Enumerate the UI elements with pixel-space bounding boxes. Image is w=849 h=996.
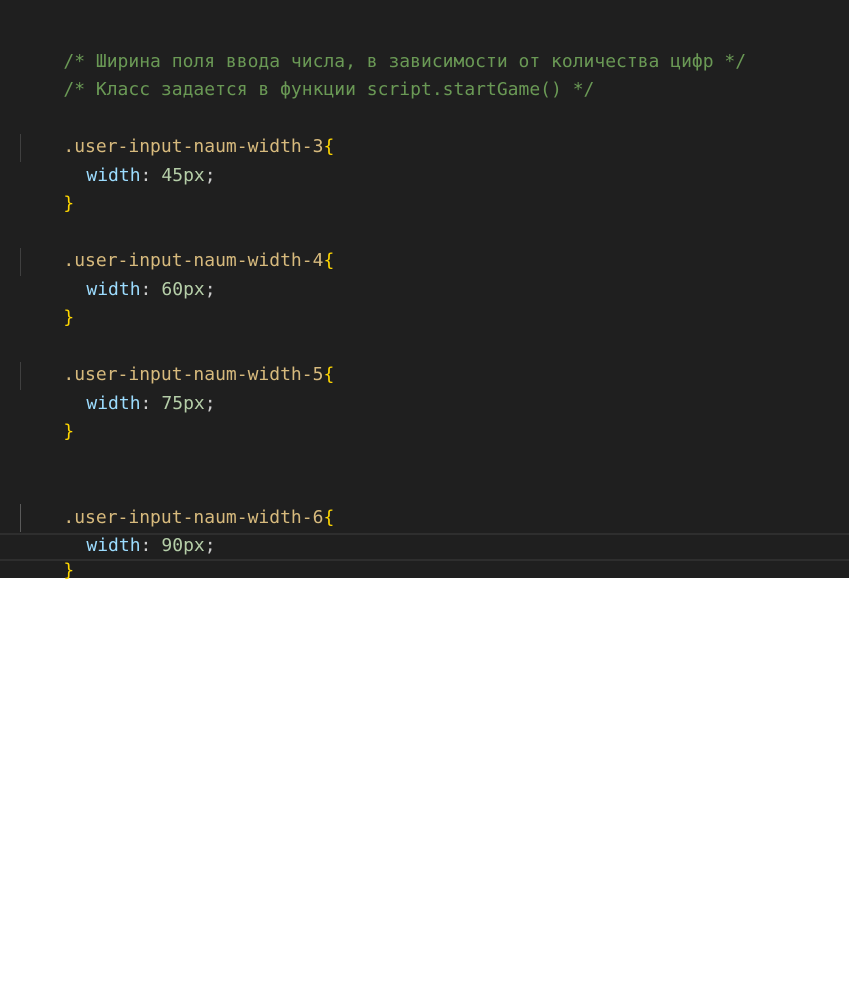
comment-text: /* Класс задается в функции script.start… [63, 79, 595, 100]
code-line-comment-2[interactable]: /* Класс задается в функции script.start… [0, 48, 849, 100]
code-line-declaration[interactable]: width: 60px; [0, 248, 849, 300]
code-line-close[interactable]: } [0, 276, 849, 328]
code-editor[interactable]: /* Ширина поля ввода числа, в зависимост… [0, 0, 849, 581]
code-line-declaration[interactable]: width: 90px; [0, 504, 849, 556]
close-brace: } [63, 193, 75, 214]
close-brace: } [63, 307, 75, 328]
code-line-comment-1[interactable]: /* Ширина поля ввода числа, в зависимост… [0, 20, 849, 72]
code-line-declaration[interactable]: width: 75px; [0, 362, 849, 414]
code-line-close[interactable]: } [0, 162, 849, 214]
code-line-declaration[interactable]: width: 45px; [0, 134, 849, 186]
code-line-close[interactable]: } [0, 390, 849, 442]
close-brace: } [63, 560, 75, 581]
code-line-selector[interactable]: .user-input-naum-width-5{ [0, 333, 849, 385]
code-line-selector[interactable]: .user-input-naum-width-3{ [0, 105, 849, 157]
code-line-selector[interactable]: .user-input-naum-width-6{ [0, 476, 849, 528]
close-brace: } [63, 421, 75, 442]
code-line-close-current[interactable]: } [0, 533, 849, 581]
code-line-selector[interactable]: .user-input-naum-width-4{ [0, 219, 849, 271]
